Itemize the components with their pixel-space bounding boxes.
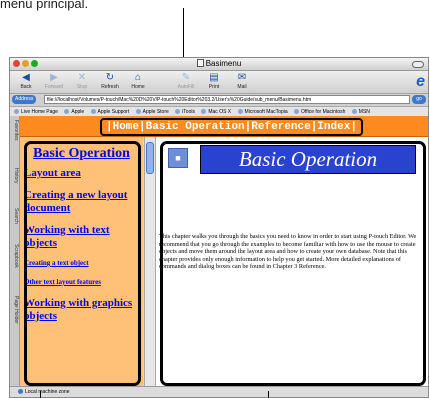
top-nav-frame: |Home|Basic Operation|Reference|Index| (20, 116, 428, 137)
back-arrow-icon: ◀ (22, 72, 30, 83)
favorite-label: iTools (182, 109, 195, 115)
print-button[interactable]: ▤ Print (202, 72, 226, 90)
globe-icon (237, 109, 243, 114)
index-link[interactable]: Index (317, 121, 350, 133)
internet-explorer-logo-icon: e (416, 73, 425, 90)
tab-page-holder[interactable]: Page Holder (10, 296, 19, 324)
caption-text: menu principal. (0, 0, 89, 11)
globe-icon (64, 109, 70, 114)
mail-button[interactable]: ✉ Mail (230, 72, 254, 90)
left-frame-scrollbar[interactable] (144, 137, 156, 387)
stop-label: Stop (76, 84, 88, 90)
favorite-label: Office for Macintosh (301, 109, 346, 115)
tab-search[interactable]: Search (10, 208, 19, 224)
address-bar: Address file:///localhost/Volumes/P-touc… (10, 94, 428, 107)
callout-line-top (183, 8, 184, 63)
go-button[interactable]: go (412, 95, 426, 104)
callout-line-bottom-left (40, 391, 41, 398)
forward-button[interactable]: ▶ Forward (42, 72, 66, 90)
printer-icon: ▤ (209, 72, 219, 83)
autofill-icon: ✎ (181, 72, 191, 83)
document-icon (196, 59, 204, 67)
back-label: Back (20, 84, 32, 90)
favorite-label: Live Home Page (21, 109, 58, 115)
globe-icon (201, 109, 207, 114)
favorite-label: Apple Support (97, 109, 130, 115)
favorite-label: Mac OS X (208, 109, 232, 115)
mail-icon: ✉ (237, 72, 247, 83)
back-button[interactable]: ◀ Back (14, 72, 38, 90)
home-label: Home (131, 84, 145, 90)
refresh-button[interactable]: ↻ Refresh (98, 72, 122, 90)
toolbar: ◀ Back ▶ Forward ✕ Stop ↻ Refresh ⌂ Home ✎ Aut… (10, 71, 428, 94)
autofill-button[interactable]: ✎ AutoFill (174, 72, 198, 90)
left-frame-highlight (24, 141, 141, 386)
basic-operation-link[interactable]: Basic Operation (146, 121, 245, 133)
globe-icon (14, 109, 19, 114)
forward-label: Forward (44, 84, 64, 90)
zone-icon (18, 389, 23, 394)
reference-link[interactable]: Reference (251, 121, 310, 133)
tab-history[interactable]: History (10, 168, 19, 184)
tab-scrapbook[interactable]: Scrapbook (10, 244, 19, 268)
address-input[interactable]: file:///localhost/Volumes/P-touch/Mac%20… (44, 95, 410, 104)
main-frame-highlight (160, 141, 426, 386)
print-label: Print (208, 84, 220, 90)
explorer-bar-tabs: Favorites History Search Scrapbook Page … (10, 116, 20, 387)
status-text: Local machine zone (25, 389, 70, 395)
globe-icon (135, 109, 141, 114)
refresh-icon: ↻ (105, 72, 115, 83)
stop-icon: ✕ (77, 72, 87, 83)
globe-icon (175, 109, 181, 114)
home-icon: ⌂ (134, 72, 142, 83)
globe-icon (90, 109, 96, 114)
window-title-text: Basimenu (205, 59, 242, 68)
favorite-label: Apple Store (142, 109, 169, 115)
address-label: Address (12, 95, 37, 104)
browser-content: Favorites History Search Scrapbook Page … (10, 116, 428, 387)
tab-favorites[interactable]: Favorites (10, 120, 19, 141)
main-menu: |Home|Basic Operation|Reference|Index| (100, 118, 363, 136)
favorite-label: MSN (358, 109, 370, 115)
window-title: Basimenu (10, 58, 428, 70)
callout-line-bottom-right (268, 391, 269, 398)
stop-button[interactable]: ✕ Stop (70, 72, 94, 90)
globe-icon (294, 109, 300, 114)
refresh-label: Refresh (101, 84, 119, 90)
home-link[interactable]: Home (113, 121, 139, 133)
autofill-label: AutoFill (177, 84, 195, 90)
mail-label: Mail (237, 84, 247, 90)
forward-arrow-icon: ▶ (50, 72, 58, 83)
status-bar: Local machine zone (10, 386, 428, 397)
title-bar: Basimenu (10, 58, 428, 71)
globe-icon (351, 109, 357, 114)
favorite-label: Apple (71, 109, 85, 115)
toolbar-toggle-button[interactable] (412, 61, 424, 68)
scroll-thumb[interactable] (146, 142, 154, 174)
browser-window: Basimenu ◀ Back ▶ Forward ✕ Stop ↻ Refresh ⌂… (9, 57, 429, 398)
favorite-label: Microsoft MacTopia (244, 109, 288, 115)
home-button[interactable]: ⌂ Home (126, 72, 150, 90)
